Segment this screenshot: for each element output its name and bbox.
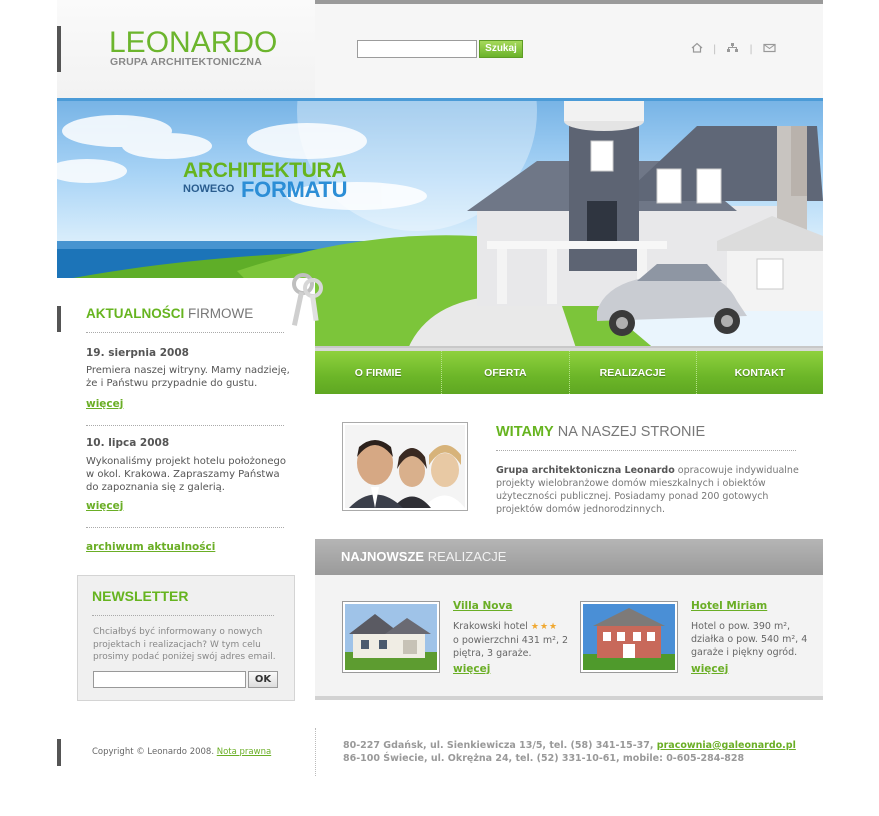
welcome-text-strong: Grupa architektoniczna Leonardo [496,465,675,476]
newsletter-text: Chciałbyś być informowany o nowych proje… [93,627,276,662]
latest-projects-header: NAJNOWSZE REALIZACJE [315,539,823,575]
main-content: O FIRMIE OFERTA REALIZACJE KONTAKT WITAM… [315,348,823,700]
separator: | [713,43,717,55]
project-text: Krakowski hotel [453,621,528,632]
divider [92,615,274,616]
news-title-strong: AKTUALNOŚCI [86,306,185,321]
header-logo-area: LEONARDO GRUPA ARCHITEKTONICZNA [57,0,315,98]
welcome-title-strong: WITAMY [496,424,554,440]
hero-headline-nowego: NOWEGO [183,183,235,195]
address-swiecie: 86-100 Świecie, ul. Okrężna 24, tel. (52… [343,753,745,764]
welcome-title: WITAMY NA NASZEJ STRONIE [496,424,705,440]
newsletter-email-input[interactable] [93,671,246,688]
project-description: Krakowski hotel ★★★ o powierzchni 431 m²… [453,620,583,660]
project-thumbnail-villa-nova[interactable] [342,601,440,673]
hero-headline-formatu: FORMATU [241,177,348,202]
footer-accent-bar [57,739,61,766]
copyright-text: Copyright © Leonardo 2008. [92,747,215,757]
logo-accent-bar [57,26,61,72]
latest-title-strong: NAJNOWSZE [341,549,425,564]
logo-title[interactable]: LEONARDO [109,26,277,60]
latest-projects: Villa Nova Krakowski hotel ★★★ o powierz… [315,575,823,700]
newsletter-ok-button[interactable]: OK [248,671,278,688]
project-more-link[interactable]: więcej [453,663,490,675]
news-more-link[interactable]: więcej [86,500,123,512]
home-icon[interactable] [691,42,703,56]
project-details: o powierzchni 431 m², 2 piętra, 3 garaże… [453,635,569,659]
news-archive-link[interactable]: archiwum aktualności [86,541,215,553]
news-text: Premiera naszej witryny. Mamy nadzieję, … [86,365,290,389]
news-header: AKTUALNOŚCI FIRMOWE [57,273,323,348]
welcome-section: WITAMY NA NASZEJ STRONIE Grupa architekt… [315,394,823,539]
news-date: 19. sierpnia 2008 [86,347,189,359]
newsletter-box: NEWSLETTER Chciałbyś być informowany o n… [77,575,295,701]
team-photo [342,422,468,511]
sitemap-icon[interactable] [726,42,739,56]
news-title: AKTUALNOŚCI FIRMOWE [86,306,253,321]
keys-icon [291,273,323,326]
rating-stars-icon: ★★★ [530,622,559,632]
latest-title-rest: REALIZACJE [427,549,507,564]
news-date: 10. lipca 2008 [86,437,170,449]
search-input[interactable] [357,40,477,58]
page: LEONARDO GRUPA ARCHITEKTONICZNA Szukaj |… [57,0,823,816]
header-icons: | | [691,42,776,56]
legal-notice-link[interactable]: Nota prawna [217,747,271,757]
welcome-text: Grupa architektoniczna Leonardo opracowu… [496,464,812,516]
news-text: Wykonaliśmy projekt hotelu położonego w … [86,456,287,493]
project-name-hotel-miriam[interactable]: Hotel Miriam [691,600,767,612]
project-name-villa-nova[interactable]: Villa Nova [453,600,512,612]
address-gdansk: 80-227 Gdańsk, ul. Sienkiewicza 13/5, te… [343,740,796,751]
main-nav: O FIRMIE OFERTA REALIZACJE KONTAKT [315,348,823,394]
sidebar: AKTUALNOŚCI FIRMOWE 19. sierpnia 2008 Pr… [57,273,323,728]
copyright: Copyright © Leonardo 2008. Nota prawna [92,747,271,757]
project-more-link[interactable]: więcej [691,663,728,675]
email-link[interactable]: pracownia@galeonardo.pl [657,740,796,751]
divider [86,527,284,528]
nav-item-kontakt[interactable]: KONTAKT [697,351,823,394]
divider [86,425,284,426]
latest-projects-title: NAJNOWSZE REALIZACJE [341,549,506,564]
news-more-link[interactable]: więcej [86,398,123,410]
news-accent-bar [57,306,61,332]
project-description: Hotel o pow. 390 m², działka o pow. 540 … [691,621,808,658]
footer-divider [315,728,316,776]
newsletter-title: NEWSLETTER [92,588,189,604]
divider [496,450,796,451]
search-button[interactable]: Szukaj [479,40,523,58]
address-text: 80-227 Gdańsk, ul. Sienkiewicza 13/5, te… [343,740,654,751]
news-title-rest: FIRMOWE [188,306,254,321]
nav-item-realizacje[interactable]: REALIZACJE [570,351,697,394]
logo-subtitle: GRUPA ARCHITEKTONICZNA [110,56,262,68]
mail-icon[interactable] [763,43,776,56]
nav-item-oferta[interactable]: OFERTA [442,351,570,394]
welcome-title-rest: NA NASZEJ STRONIE [557,424,706,440]
nav-item-o-firmie[interactable]: O FIRMIE [315,351,443,394]
project-thumbnail-hotel-miriam[interactable] [580,601,678,673]
separator: | [749,43,753,55]
divider [86,332,284,333]
